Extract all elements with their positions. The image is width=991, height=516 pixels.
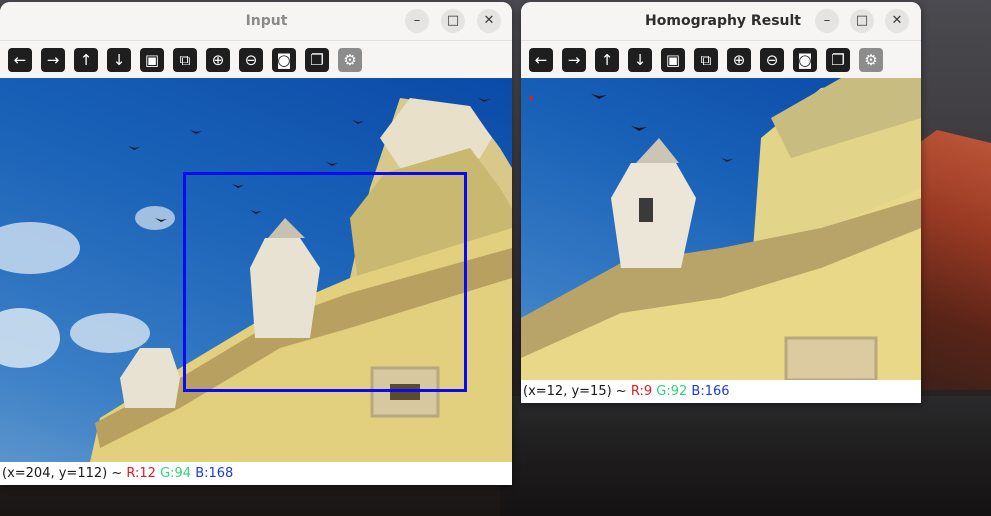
input-status-bar: (x=204, y=112) ~ R:12 G:94 B:168	[0, 462, 512, 485]
status-red: R:9	[630, 384, 653, 399]
image-edit-icon[interactable]: ⧉	[173, 48, 197, 72]
save-icon[interactable]: ◙	[272, 48, 296, 72]
save-icon[interactable]: ◙	[793, 48, 817, 72]
zoom-out-icon[interactable]: ⊖	[239, 48, 263, 72]
arrow-left-icon[interactable]: ←	[529, 48, 553, 72]
input-toolbar: ← → ↑ ↓ ▣ ⧉ ⊕ ⊖ ◙ ❐ ⚙	[0, 41, 512, 79]
properties-icon[interactable]: ⚙	[859, 48, 883, 72]
desktop-ground	[500, 396, 991, 516]
properties-icon[interactable]: ⚙	[338, 48, 362, 72]
image-edit-icon[interactable]: ⧉	[694, 48, 718, 72]
arrow-down-icon[interactable]: ↓	[107, 48, 131, 72]
close-button[interactable]: ✕	[885, 9, 909, 33]
arrow-down-icon[interactable]: ↓	[628, 48, 652, 72]
clipboard-icon[interactable]: ❐	[305, 48, 329, 72]
minimize-button[interactable]: –	[405, 9, 429, 33]
status-blue: B:168	[195, 466, 234, 481]
maximize-button[interactable]: □	[441, 9, 465, 33]
warped-palace-photo	[521, 78, 921, 380]
zoom-in-icon[interactable]: ⊕	[727, 48, 751, 72]
maximize-button[interactable]: □	[850, 9, 874, 33]
input-window: Input – □ ✕ ← → ↑ ↓ ▣ ⧉ ⊕ ⊖ ◙ ❐ ⚙ (x=204…	[0, 2, 512, 485]
clipboard-icon[interactable]: ❐	[826, 48, 850, 72]
arrow-up-icon[interactable]: ↑	[74, 48, 98, 72]
arrow-right-icon[interactable]: →	[41, 48, 65, 72]
status-coords: (x=12, y=15) ~	[523, 384, 631, 399]
selection-rectangle	[183, 172, 467, 392]
input-image-canvas[interactable]	[0, 78, 512, 462]
status-green: G:94	[160, 466, 192, 481]
arrow-up-icon[interactable]: ↑	[595, 48, 619, 72]
arrow-right-icon[interactable]: →	[562, 48, 586, 72]
status-red: R:12	[126, 466, 156, 481]
status-coords: (x=204, y=112) ~	[2, 466, 127, 481]
marker-dot	[529, 96, 533, 100]
image-icon[interactable]: ▣	[661, 48, 685, 72]
result-window: Homography Result – □ ✕ ← → ↑ ↓ ▣ ⧉ ⊕ ⊖ …	[521, 2, 921, 403]
result-status-bar: (x=12, y=15) ~ R:9 G:92 B:166	[521, 380, 921, 403]
image-icon[interactable]: ▣	[140, 48, 164, 72]
zoom-in-icon[interactable]: ⊕	[206, 48, 230, 72]
zoom-out-icon[interactable]: ⊖	[760, 48, 784, 72]
window-title: Input	[245, 13, 288, 29]
result-titlebar[interactable]: Homography Result – □ ✕	[521, 2, 921, 41]
status-blue: B:166	[691, 384, 730, 399]
window-title: Homography Result	[645, 13, 801, 29]
status-green: G:92	[656, 384, 688, 399]
result-image-canvas[interactable]	[521, 78, 921, 380]
close-button[interactable]: ✕	[477, 9, 501, 33]
result-toolbar: ← → ↑ ↓ ▣ ⧉ ⊕ ⊖ ◙ ❐ ⚙	[521, 41, 921, 79]
minimize-button[interactable]: –	[815, 9, 839, 33]
input-titlebar[interactable]: Input – □ ✕	[0, 2, 512, 41]
arrow-left-icon[interactable]: ←	[8, 48, 32, 72]
